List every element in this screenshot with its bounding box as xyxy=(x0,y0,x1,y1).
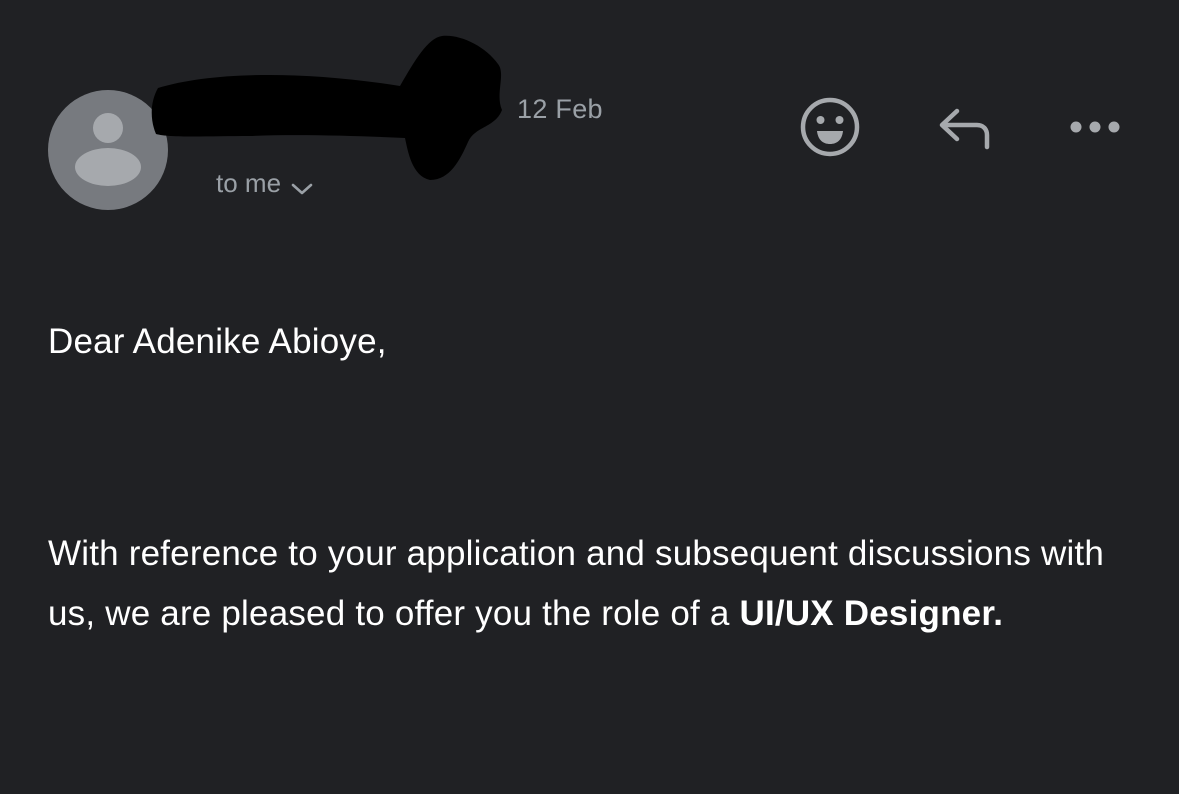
smiley-icon xyxy=(800,97,860,157)
more-options-button[interactable] xyxy=(1063,95,1127,159)
add-reaction-button[interactable] xyxy=(798,95,862,159)
sender-name-redaction xyxy=(151,35,502,180)
recipient-label: to me xyxy=(216,168,282,198)
more-horizontal-icon xyxy=(1070,121,1120,133)
message-paragraph: With reference to your application and s… xyxy=(48,524,1138,644)
email-view: 12 Feb to me Dear Adenike Abioye, With r… xyxy=(0,0,1179,794)
recipient-details-toggle[interactable]: to me xyxy=(216,164,313,203)
message-date: 12 Feb xyxy=(517,94,603,124)
reply-arrow-icon xyxy=(939,108,990,150)
message-greeting: Dear Adenike Abioye, xyxy=(48,322,387,361)
offered-role: UI/UX Designer. xyxy=(739,594,1004,633)
reply-button[interactable] xyxy=(931,95,995,159)
message-body: Dear Adenike Abioye, With reference to y… xyxy=(48,312,1138,644)
chevron-down-icon xyxy=(291,172,313,203)
